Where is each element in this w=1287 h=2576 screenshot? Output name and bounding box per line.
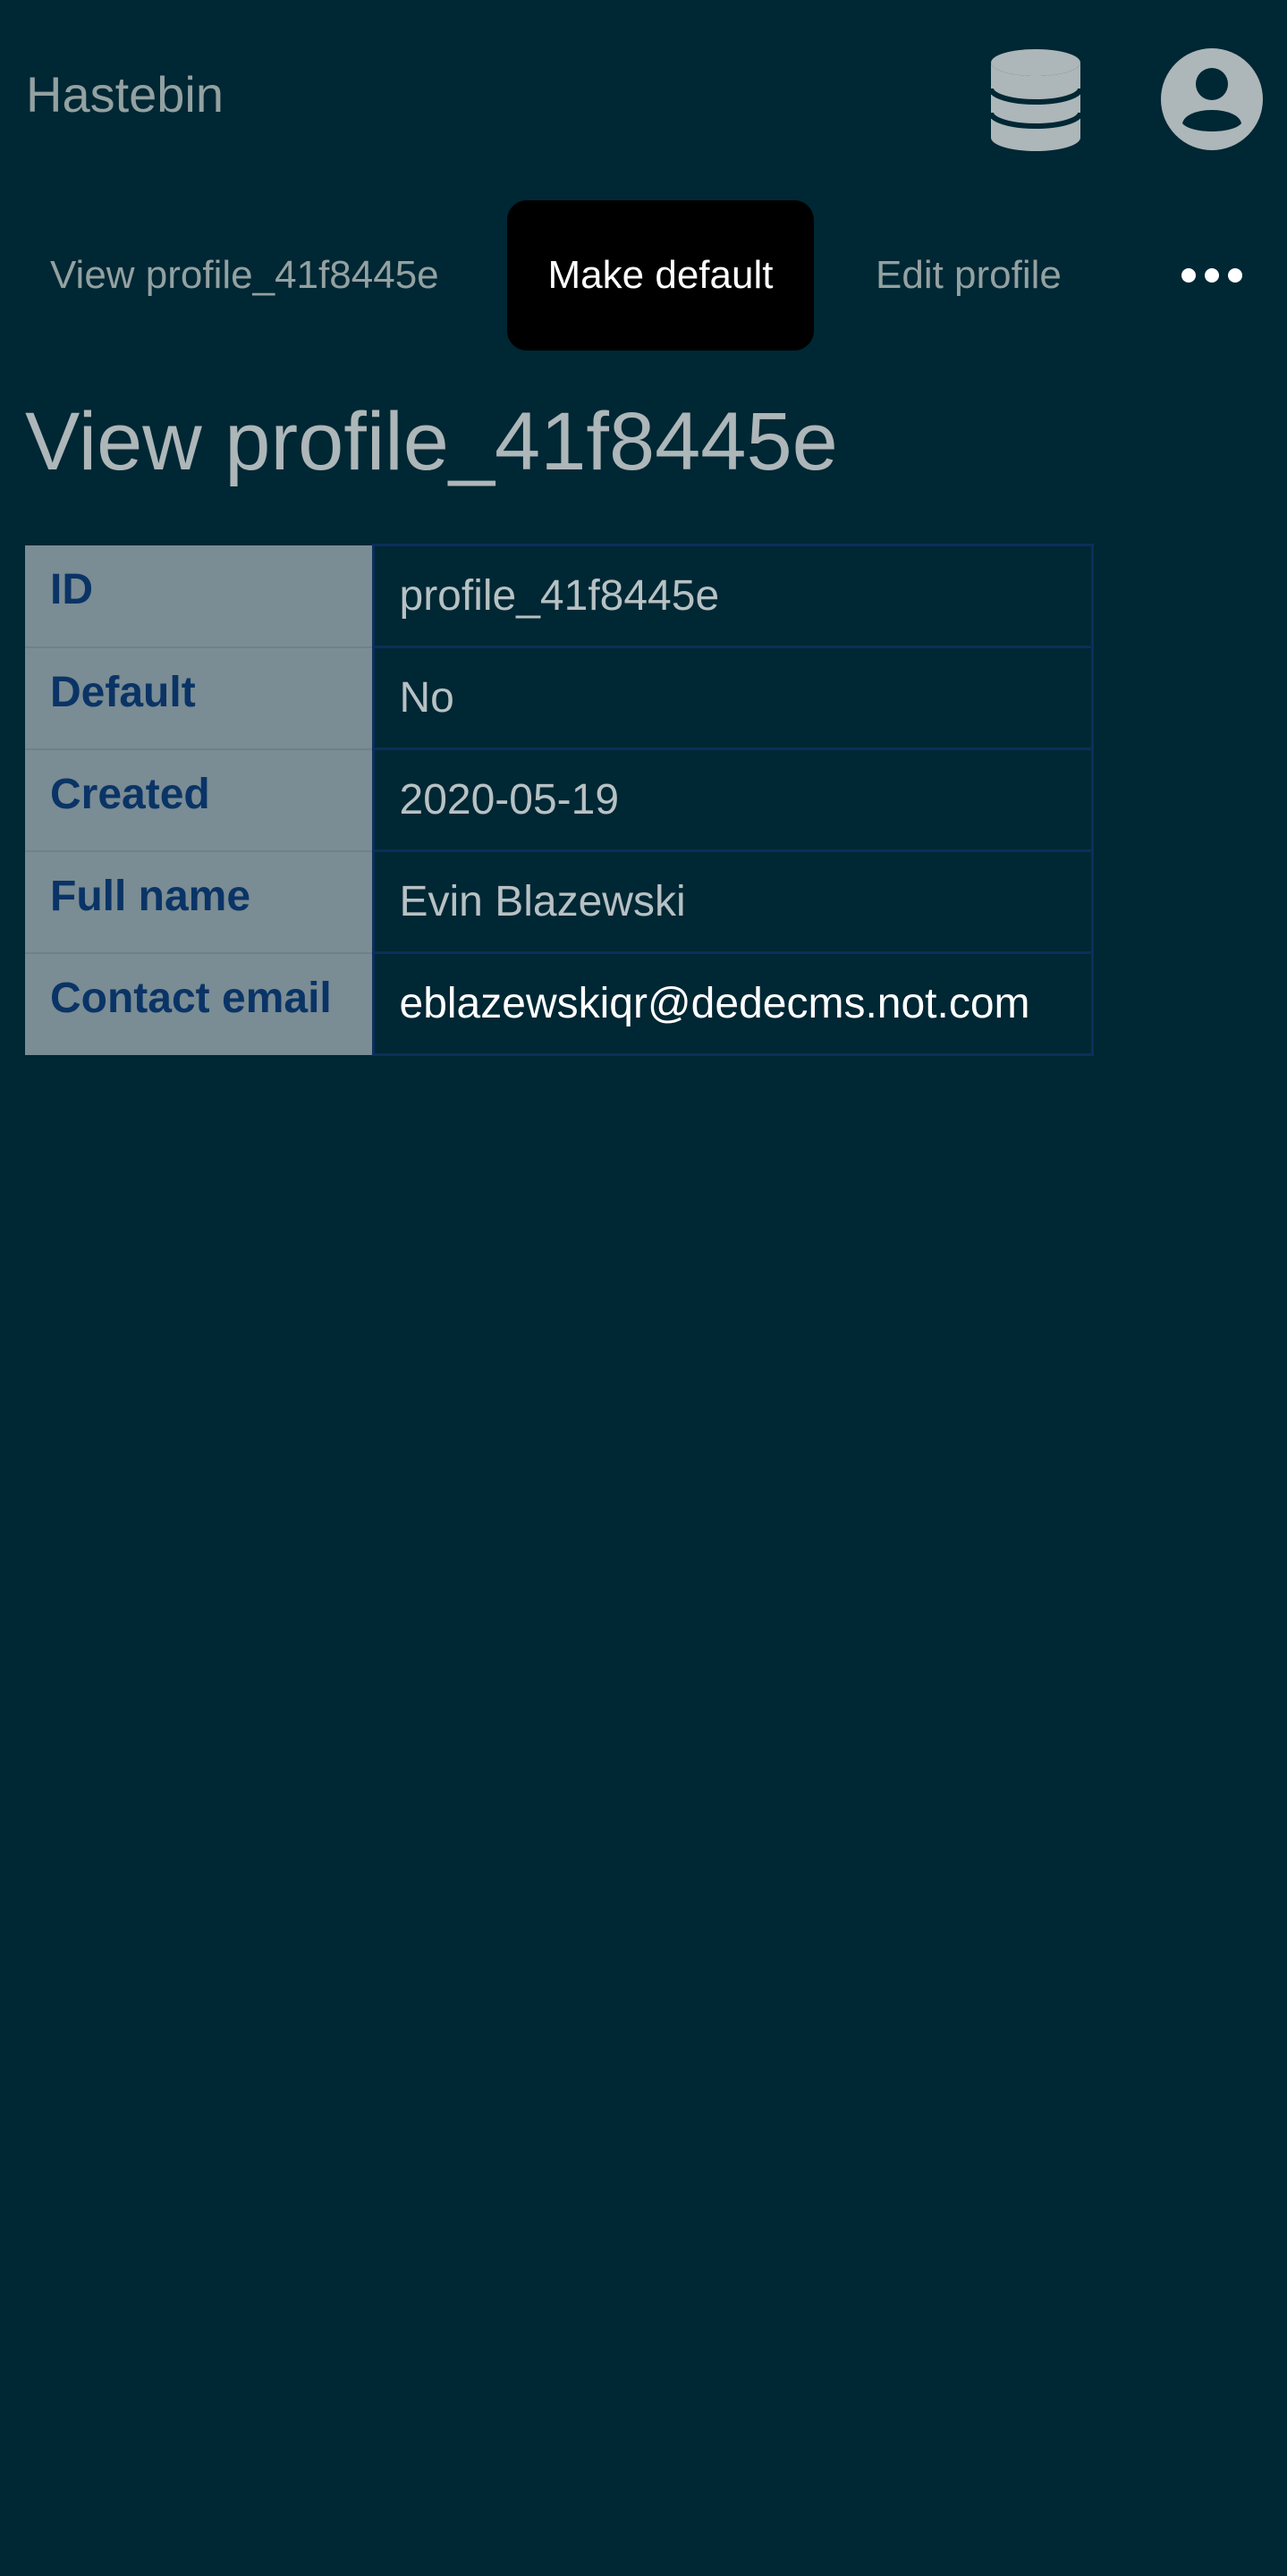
app-header: Hastebin: [0, 0, 1287, 188]
created-label: Created: [25, 748, 373, 852]
full-name-value: Evin Blazewski: [371, 849, 1094, 954]
edit-profile-link[interactable]: Edit profile: [876, 200, 1062, 351]
page-title: View profile_41f8445e: [25, 396, 838, 487]
table-row: ID profile_41f8445e: [25, 544, 1094, 648]
full-name-label: Full name: [25, 850, 373, 954]
user-circle-icon[interactable]: [1161, 48, 1263, 150]
view-profile-link[interactable]: View profile_41f8445e: [50, 200, 439, 351]
default-value: No: [371, 646, 1094, 750]
make-default-button[interactable]: Make default: [507, 200, 814, 351]
profile-details-table: ID profile_41f8445e Default No Created 2…: [25, 544, 1094, 1056]
default-label: Default: [25, 646, 373, 750]
database-icon[interactable]: [991, 48, 1080, 152]
profile-actions-nav: View profile_41f8445e Make default Edit …: [0, 200, 1287, 351]
contact-email-label: Contact email: [25, 952, 373, 1055]
table-row: Full name Evin Blazewski: [25, 849, 1094, 954]
ellipsis-icon[interactable]: [1179, 259, 1245, 291]
table-row: Created 2020-05-19: [25, 747, 1094, 852]
table-row: Contact email eblazewskiqr@dedecms.not.c…: [25, 951, 1094, 1056]
app-title-link[interactable]: Hastebin: [26, 68, 224, 122]
contact-email-link[interactable]: eblazewskiqr@dedecms.not.com: [371, 951, 1094, 1056]
id-label: ID: [25, 545, 373, 648]
created-value: 2020-05-19: [371, 747, 1094, 852]
id-value: profile_41f8445e: [371, 544, 1094, 648]
table-row: Default No: [25, 646, 1094, 750]
